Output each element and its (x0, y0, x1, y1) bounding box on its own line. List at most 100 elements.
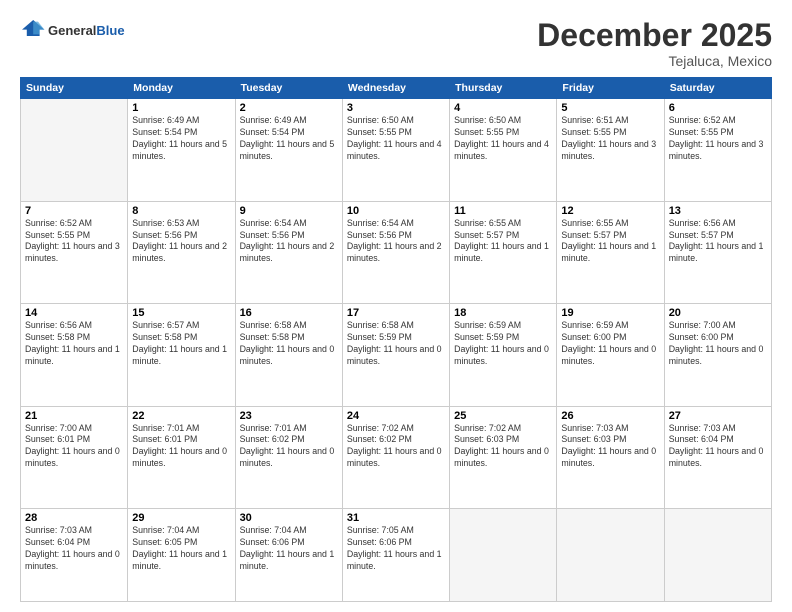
day-info: Sunrise: 6:51 AMSunset: 5:55 PMDaylight:… (561, 115, 659, 163)
page: GeneralBlue December 2025 Tejaluca, Mexi… (0, 0, 792, 612)
day-number: 11 (454, 205, 552, 217)
day-info: Sunrise: 7:04 AMSunset: 6:05 PMDaylight:… (132, 525, 230, 573)
day-number: 20 (669, 307, 767, 319)
day-info: Sunrise: 7:02 AMSunset: 6:03 PMDaylight:… (454, 423, 552, 471)
day-number: 6 (669, 102, 767, 114)
week-row-4: 21Sunrise: 7:00 AMSunset: 6:01 PMDayligh… (21, 406, 772, 508)
day-number: 17 (347, 307, 445, 319)
day-number: 23 (240, 410, 338, 422)
calendar-cell: 17Sunrise: 6:58 AMSunset: 5:59 PMDayligh… (342, 304, 449, 406)
day-number: 3 (347, 102, 445, 114)
calendar-cell: 25Sunrise: 7:02 AMSunset: 6:03 PMDayligh… (450, 406, 557, 508)
day-number: 26 (561, 410, 659, 422)
day-number: 14 (25, 307, 123, 319)
day-number: 13 (669, 205, 767, 217)
week-row-2: 7Sunrise: 6:52 AMSunset: 5:55 PMDaylight… (21, 201, 772, 303)
day-number: 15 (132, 307, 230, 319)
day-number: 27 (669, 410, 767, 422)
calendar-cell: 12Sunrise: 6:55 AMSunset: 5:57 PMDayligh… (557, 201, 664, 303)
week-row-3: 14Sunrise: 6:56 AMSunset: 5:58 PMDayligh… (21, 304, 772, 406)
day-info: Sunrise: 6:56 AMSunset: 5:57 PMDaylight:… (669, 218, 767, 266)
calendar-cell: 9Sunrise: 6:54 AMSunset: 5:56 PMDaylight… (235, 201, 342, 303)
day-number: 24 (347, 410, 445, 422)
week-row-5: 28Sunrise: 7:03 AMSunset: 6:04 PMDayligh… (21, 509, 772, 602)
calendar-cell: 20Sunrise: 7:00 AMSunset: 6:00 PMDayligh… (664, 304, 771, 406)
logo-icon (22, 18, 46, 38)
logo-text: GeneralBlue (48, 23, 125, 39)
calendar-cell: 27Sunrise: 7:03 AMSunset: 6:04 PMDayligh… (664, 406, 771, 508)
calendar-cell: 26Sunrise: 7:03 AMSunset: 6:03 PMDayligh… (557, 406, 664, 508)
day-info: Sunrise: 6:50 AMSunset: 5:55 PMDaylight:… (454, 115, 552, 163)
day-info: Sunrise: 6:56 AMSunset: 5:58 PMDaylight:… (25, 320, 123, 368)
day-info: Sunrise: 6:55 AMSunset: 5:57 PMDaylight:… (561, 218, 659, 266)
calendar-cell (557, 509, 664, 602)
day-info: Sunrise: 6:59 AMSunset: 6:00 PMDaylight:… (561, 320, 659, 368)
day-info: Sunrise: 6:54 AMSunset: 5:56 PMDaylight:… (240, 218, 338, 266)
day-header-monday: Monday (128, 78, 235, 99)
day-info: Sunrise: 7:03 AMSunset: 6:03 PMDaylight:… (561, 423, 659, 471)
calendar-cell: 23Sunrise: 7:01 AMSunset: 6:02 PMDayligh… (235, 406, 342, 508)
day-info: Sunrise: 7:05 AMSunset: 6:06 PMDaylight:… (347, 525, 445, 573)
day-number: 4 (454, 102, 552, 114)
week-row-1: 1Sunrise: 6:49 AMSunset: 5:54 PMDaylight… (21, 99, 772, 201)
calendar-cell: 11Sunrise: 6:55 AMSunset: 5:57 PMDayligh… (450, 201, 557, 303)
calendar-cell: 24Sunrise: 7:02 AMSunset: 6:02 PMDayligh… (342, 406, 449, 508)
day-info: Sunrise: 6:49 AMSunset: 5:54 PMDaylight:… (240, 115, 338, 163)
day-number: 8 (132, 205, 230, 217)
day-info: Sunrise: 6:50 AMSunset: 5:55 PMDaylight:… (347, 115, 445, 163)
day-info: Sunrise: 7:00 AMSunset: 6:00 PMDaylight:… (669, 320, 767, 368)
day-info: Sunrise: 7:01 AMSunset: 6:02 PMDaylight:… (240, 423, 338, 471)
logo: GeneralBlue (20, 18, 125, 43)
calendar-cell: 19Sunrise: 6:59 AMSunset: 6:00 PMDayligh… (557, 304, 664, 406)
calendar-cell: 18Sunrise: 6:59 AMSunset: 5:59 PMDayligh… (450, 304, 557, 406)
day-number: 10 (347, 205, 445, 217)
calendar-header-row: SundayMondayTuesdayWednesdayThursdayFrid… (21, 78, 772, 99)
day-number: 18 (454, 307, 552, 319)
day-info: Sunrise: 6:52 AMSunset: 5:55 PMDaylight:… (669, 115, 767, 163)
calendar-cell: 13Sunrise: 6:56 AMSunset: 5:57 PMDayligh… (664, 201, 771, 303)
calendar-cell: 28Sunrise: 7:03 AMSunset: 6:04 PMDayligh… (21, 509, 128, 602)
calendar-cell: 15Sunrise: 6:57 AMSunset: 5:58 PMDayligh… (128, 304, 235, 406)
calendar-cell: 7Sunrise: 6:52 AMSunset: 5:55 PMDaylight… (21, 201, 128, 303)
day-number: 16 (240, 307, 338, 319)
calendar-cell: 10Sunrise: 6:54 AMSunset: 5:56 PMDayligh… (342, 201, 449, 303)
day-info: Sunrise: 6:54 AMSunset: 5:56 PMDaylight:… (347, 218, 445, 266)
day-header-saturday: Saturday (664, 78, 771, 99)
day-info: Sunrise: 6:59 AMSunset: 5:59 PMDaylight:… (454, 320, 552, 368)
calendar-cell: 22Sunrise: 7:01 AMSunset: 6:01 PMDayligh… (128, 406, 235, 508)
day-number: 2 (240, 102, 338, 114)
day-info: Sunrise: 7:03 AMSunset: 6:04 PMDaylight:… (669, 423, 767, 471)
month-title: December 2025 (537, 18, 772, 53)
calendar-cell (450, 509, 557, 602)
day-number: 12 (561, 205, 659, 217)
day-info: Sunrise: 7:01 AMSunset: 6:01 PMDaylight:… (132, 423, 230, 471)
day-header-tuesday: Tuesday (235, 78, 342, 99)
day-info: Sunrise: 6:53 AMSunset: 5:56 PMDaylight:… (132, 218, 230, 266)
day-number: 28 (25, 512, 123, 524)
calendar-cell: 5Sunrise: 6:51 AMSunset: 5:55 PMDaylight… (557, 99, 664, 201)
header: GeneralBlue December 2025 Tejaluca, Mexi… (20, 18, 772, 69)
day-header-friday: Friday (557, 78, 664, 99)
day-number: 22 (132, 410, 230, 422)
calendar-cell: 3Sunrise: 6:50 AMSunset: 5:55 PMDaylight… (342, 99, 449, 201)
day-number: 29 (132, 512, 230, 524)
day-number: 9 (240, 205, 338, 217)
day-number: 19 (561, 307, 659, 319)
day-info: Sunrise: 7:02 AMSunset: 6:02 PMDaylight:… (347, 423, 445, 471)
calendar-cell: 8Sunrise: 6:53 AMSunset: 5:56 PMDaylight… (128, 201, 235, 303)
calendar-cell: 21Sunrise: 7:00 AMSunset: 6:01 PMDayligh… (21, 406, 128, 508)
logo-blue: Blue (96, 23, 124, 38)
calendar-cell (664, 509, 771, 602)
day-info: Sunrise: 6:57 AMSunset: 5:58 PMDaylight:… (132, 320, 230, 368)
day-info: Sunrise: 7:04 AMSunset: 6:06 PMDaylight:… (240, 525, 338, 573)
day-info: Sunrise: 6:58 AMSunset: 5:59 PMDaylight:… (347, 320, 445, 368)
calendar-cell: 16Sunrise: 6:58 AMSunset: 5:58 PMDayligh… (235, 304, 342, 406)
day-info: Sunrise: 6:55 AMSunset: 5:57 PMDaylight:… (454, 218, 552, 266)
calendar-cell: 29Sunrise: 7:04 AMSunset: 6:05 PMDayligh… (128, 509, 235, 602)
day-info: Sunrise: 6:49 AMSunset: 5:54 PMDaylight:… (132, 115, 230, 163)
day-number: 7 (25, 205, 123, 217)
title-block: December 2025 Tejaluca, Mexico (537, 18, 772, 69)
calendar-cell: 6Sunrise: 6:52 AMSunset: 5:55 PMDaylight… (664, 99, 771, 201)
day-info: Sunrise: 7:03 AMSunset: 6:04 PMDaylight:… (25, 525, 123, 573)
day-number: 1 (132, 102, 230, 114)
